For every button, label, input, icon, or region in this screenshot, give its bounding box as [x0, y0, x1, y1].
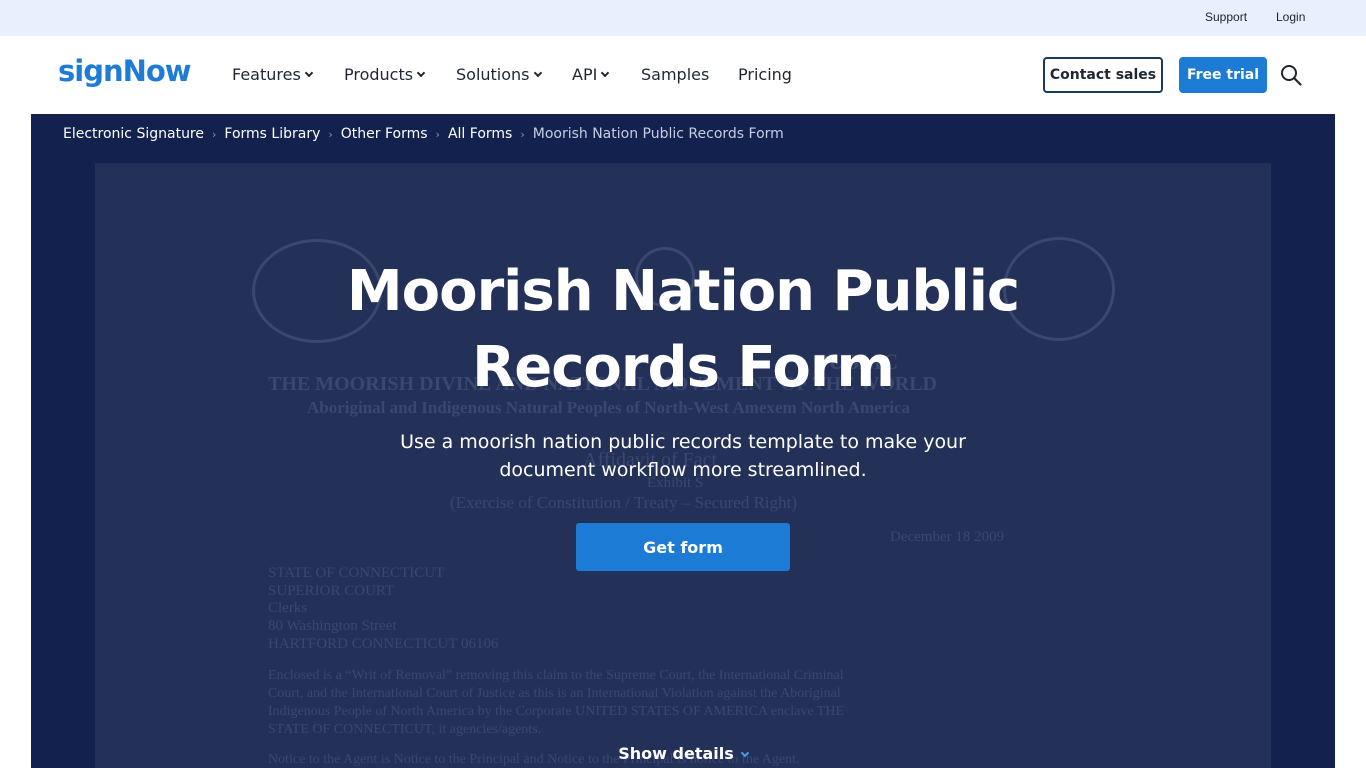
- doc-line: (Exercise of Constitution / Treaty – Sec…: [450, 493, 798, 512]
- nav-features-label: Features: [232, 65, 301, 84]
- login-link[interactable]: Login: [1276, 10, 1305, 24]
- page-title-line-1: Moorish Nation Public: [346, 259, 1020, 324]
- breadcrumb-all-forms[interactable]: All Forms: [448, 126, 512, 142]
- nav-products[interactable]: Products: [344, 65, 426, 84]
- breadcrumb-other-forms[interactable]: Other Forms: [341, 126, 428, 142]
- nav-api-label: API: [572, 65, 598, 84]
- contact-sales-button[interactable]: Contact sales: [1043, 57, 1163, 93]
- support-link[interactable]: Support: [1205, 10, 1247, 24]
- nav-samples-label: Samples: [641, 65, 710, 84]
- doc-line: Clerks: [268, 600, 308, 616]
- nav-solutions-label: Solutions: [456, 65, 530, 84]
- doc-line: SUPERIOR COURT: [268, 583, 395, 599]
- page-subtitle-line-2: document workflow more streamlined.: [499, 459, 867, 481]
- doc-line: December 18 2009: [890, 529, 1005, 545]
- utility-bar: Support Login: [0, 0, 1366, 36]
- nav-pricing-label: Pricing: [738, 65, 792, 84]
- chevron-down-icon: [740, 748, 749, 758]
- search-icon[interactable]: [1280, 64, 1302, 86]
- doc-line: Court, and the International Court of Ju…: [268, 686, 841, 701]
- show-details-toggle[interactable]: Show details: [31, 744, 1335, 763]
- nav-products-label: Products: [344, 65, 414, 84]
- doc-line: STATE OF CONNECTICUT: [268, 565, 445, 581]
- doc-line: HARTFORD CONNECTICUT 06106: [268, 636, 499, 652]
- page-title-line-2: Records Form: [472, 335, 895, 400]
- doc-line: 80 Washington Street: [268, 618, 397, 634]
- page-subtitle: Use a moorish nation public records temp…: [383, 428, 983, 484]
- main-nav: signNow Features Products Solutions API …: [0, 36, 1366, 114]
- show-details-label: Show details: [618, 744, 734, 763]
- chevron-down-icon: [416, 68, 426, 77]
- chevron-down-icon: [304, 68, 314, 77]
- doc-line: STATE OF CONNECTICUT, it agencies/agents…: [268, 722, 542, 737]
- doc-line: Indigenous People of North America by th…: [268, 704, 845, 719]
- get-form-button[interactable]: Get form: [576, 523, 790, 571]
- breadcrumb-separator-icon: ›: [212, 127, 217, 141]
- nav-solutions[interactable]: Solutions: [456, 65, 542, 84]
- chevron-down-icon: [533, 68, 542, 77]
- doc-line: Enclosed is a “Writ of Removal” removing…: [268, 668, 844, 683]
- breadcrumb-separator-icon: ›: [328, 127, 333, 141]
- breadcrumb: Electronic Signature › Forms Library › O…: [63, 126, 784, 142]
- breadcrumb-current: Moorish Nation Public Records Form: [532, 126, 784, 142]
- nav-features[interactable]: Features: [232, 65, 314, 84]
- chevron-down-icon: [601, 68, 610, 77]
- breadcrumb-separator-icon: ›: [520, 127, 525, 141]
- breadcrumb-electronic-signature[interactable]: Electronic Signature: [63, 126, 204, 142]
- page-title: Moorish Nation Public Records Form: [31, 254, 1335, 406]
- breadcrumb-separator-icon: ›: [435, 127, 440, 141]
- free-trial-button[interactable]: Free trial: [1179, 57, 1267, 93]
- breadcrumb-forms-library[interactable]: Forms Library: [224, 126, 320, 142]
- page-subtitle-line-1: Use a moorish nation public records temp…: [400, 431, 966, 453]
- signnow-logo[interactable]: signNow: [58, 54, 192, 88]
- nav-pricing[interactable]: Pricing: [738, 65, 792, 84]
- nav-samples[interactable]: Samples: [641, 65, 709, 84]
- hero-section: Electronic Signature › Forms Library › O…: [31, 114, 1335, 768]
- nav-api[interactable]: API: [572, 65, 610, 84]
